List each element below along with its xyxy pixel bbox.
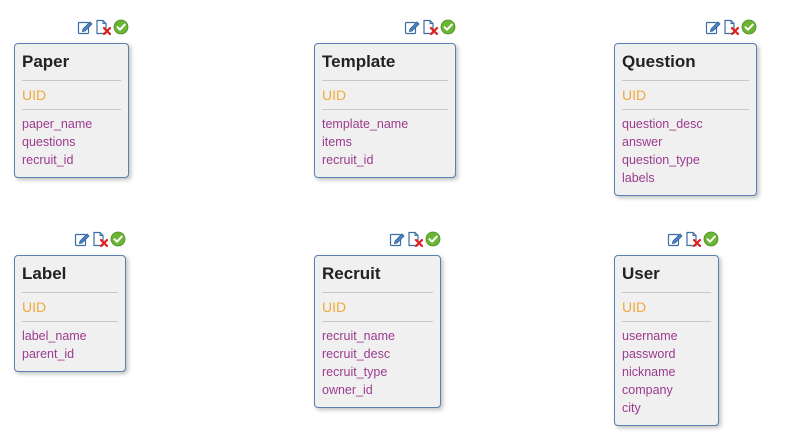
field-list: recruit_name recruit_desc recruit_typeowne… xyxy=(322,322,433,399)
edit-icon[interactable] xyxy=(77,19,93,35)
field-item: username xyxy=(622,329,678,343)
confirm-icon[interactable] xyxy=(110,231,126,247)
delete-icon[interactable] xyxy=(92,231,108,247)
field-item: nickname xyxy=(622,365,676,379)
field-item: questions xyxy=(22,135,76,149)
entity-uid: UID xyxy=(22,293,118,322)
entity-title: Recruit xyxy=(322,256,433,293)
edit-icon[interactable] xyxy=(705,19,721,35)
user-toolbar xyxy=(667,231,719,247)
recruit-toolbar xyxy=(389,231,441,247)
field-list: question_descanswer question_typelabels xyxy=(622,110,749,187)
entity-uid: UID xyxy=(622,81,749,110)
field-item: parent_id xyxy=(22,347,75,361)
entity-title: User xyxy=(622,256,711,293)
entity-question[interactable]: Question UID question_descanswer question_t… xyxy=(614,43,757,196)
field-item: recruit_id xyxy=(22,153,74,167)
entity-label[interactable]: Label UID label_name parent_id xyxy=(14,255,126,372)
entity-title: Template xyxy=(322,44,448,81)
confirm-icon[interactable] xyxy=(440,19,456,35)
field-item: recruit_id xyxy=(322,153,374,167)
entity-user[interactable]: User UID username password nickname company ci… xyxy=(614,255,719,426)
field-list: paper_name questions recruit_id xyxy=(22,110,121,169)
delete-icon[interactable] xyxy=(407,231,423,247)
entity-title: Label xyxy=(22,256,118,293)
field-item: password xyxy=(622,347,676,361)
field-item: recruit_type xyxy=(322,365,388,379)
field-item: recruit_desc xyxy=(322,347,391,361)
field-item: labels xyxy=(622,171,655,185)
diagram-canvas: Paper UID paper_name questions recruit_id Tem… xyxy=(0,0,799,446)
field-item: template_name xyxy=(322,117,409,131)
field-item: question_type xyxy=(622,153,700,167)
entity-template[interactable]: Template UID template_nameitems recruit_id xyxy=(314,43,456,178)
entity-title: Paper xyxy=(22,44,121,81)
field-item: question_desc xyxy=(622,117,703,131)
field-item: label_name xyxy=(22,329,87,343)
field-item: items xyxy=(322,135,352,149)
delete-icon[interactable] xyxy=(723,19,739,35)
entity-uid: UID xyxy=(22,81,121,110)
entity-title: Question xyxy=(622,44,749,81)
confirm-icon[interactable] xyxy=(113,19,129,35)
paper-toolbar xyxy=(77,19,129,35)
question-toolbar xyxy=(705,19,757,35)
delete-icon[interactable] xyxy=(422,19,438,35)
entity-uid: UID xyxy=(322,293,433,322)
delete-icon[interactable] xyxy=(95,19,111,35)
entity-recruit[interactable]: Recruit UID recruit_name recruit_desc recrui… xyxy=(314,255,441,408)
entity-uid: UID xyxy=(322,81,448,110)
confirm-icon[interactable] xyxy=(425,231,441,247)
field-item: paper_name xyxy=(22,117,93,131)
delete-icon[interactable] xyxy=(685,231,701,247)
template-toolbar xyxy=(404,19,456,35)
edit-icon[interactable] xyxy=(389,231,405,247)
field-item: recruit_name xyxy=(322,329,395,343)
field-item: company xyxy=(622,383,673,397)
field-list: username password nickname company city xyxy=(622,322,711,417)
field-item: owner_id xyxy=(322,383,373,397)
edit-icon[interactable] xyxy=(74,231,90,247)
edit-icon[interactable] xyxy=(404,19,420,35)
field-item: answer xyxy=(622,135,663,149)
field-item: city xyxy=(622,401,641,415)
label-toolbar xyxy=(74,231,126,247)
field-list: template_nameitems recruit_id xyxy=(322,110,448,169)
entity-paper[interactable]: Paper UID paper_name questions recruit_id xyxy=(14,43,129,178)
confirm-icon[interactable] xyxy=(741,19,757,35)
edit-icon[interactable] xyxy=(667,231,683,247)
confirm-icon[interactable] xyxy=(703,231,719,247)
field-list: label_name parent_id xyxy=(22,322,118,363)
entity-uid: UID xyxy=(622,293,711,322)
